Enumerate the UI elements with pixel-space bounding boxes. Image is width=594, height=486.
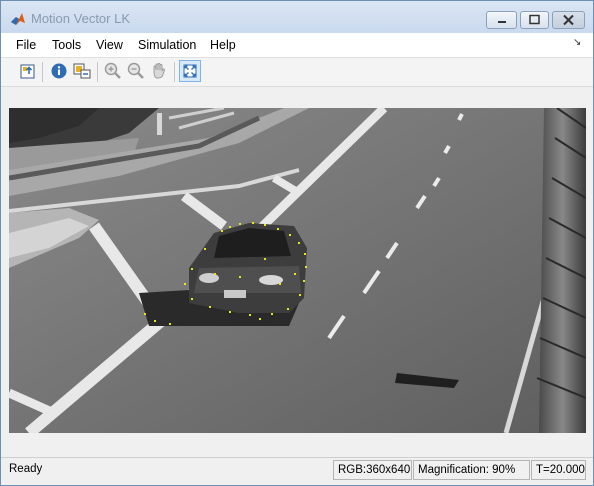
title-bar[interactable]: Motion Vector LK	[1, 1, 593, 33]
menu-file[interactable]: File	[16, 38, 36, 52]
menu-bar: File Tools View Simulation Help	[1, 33, 593, 57]
status-magnification: Magnification: 90%	[413, 460, 530, 480]
menu-dock-arrow-icon[interactable]: ↘	[573, 37, 581, 48]
toolbar	[1, 57, 593, 87]
pan-hand-icon	[153, 63, 165, 79]
parent-model-button[interactable]	[17, 60, 39, 82]
highlight-signal-button[interactable]	[71, 60, 93, 82]
close-icon	[563, 14, 574, 26]
maximize-icon	[529, 14, 540, 25]
minimize-button[interactable]	[486, 11, 517, 29]
viewer-window: Motion Vector LK File Tools View Simulat…	[0, 0, 594, 486]
zoom-in-icon	[104, 62, 121, 79]
info-button[interactable]	[48, 60, 70, 82]
menu-simulation[interactable]: Simulation	[138, 38, 196, 52]
zoom-out-icon	[127, 62, 144, 79]
close-button[interactable]	[552, 11, 585, 29]
highlight-signal-icon	[73, 63, 91, 79]
minimize-icon	[498, 21, 506, 23]
zoom-in-button[interactable]	[102, 60, 124, 82]
maximize-button[interactable]	[520, 11, 549, 29]
video-display[interactable]	[7, 104, 587, 438]
pan-button[interactable]	[148, 60, 170, 82]
fit-to-view-icon	[183, 64, 197, 78]
traffic-frame-image	[7, 104, 587, 438]
menu-tools[interactable]: Tools	[52, 38, 81, 52]
status-bar: Ready RGB:360x640 Magnification: 90% T=2…	[1, 457, 593, 485]
status-time: T=20.000	[531, 460, 586, 480]
menu-view[interactable]: View	[96, 38, 123, 52]
status-state: Ready	[9, 463, 43, 475]
matlab-logo-icon	[11, 13, 25, 25]
info-icon	[51, 63, 67, 79]
zoom-out-button[interactable]	[125, 60, 147, 82]
menu-help[interactable]: Help	[210, 38, 236, 52]
parent-model-icon	[20, 64, 35, 79]
fit-to-view-button[interactable]	[179, 60, 201, 82]
status-rgb: RGB:360x640	[333, 460, 412, 480]
window-title: Motion Vector LK	[31, 11, 130, 26]
